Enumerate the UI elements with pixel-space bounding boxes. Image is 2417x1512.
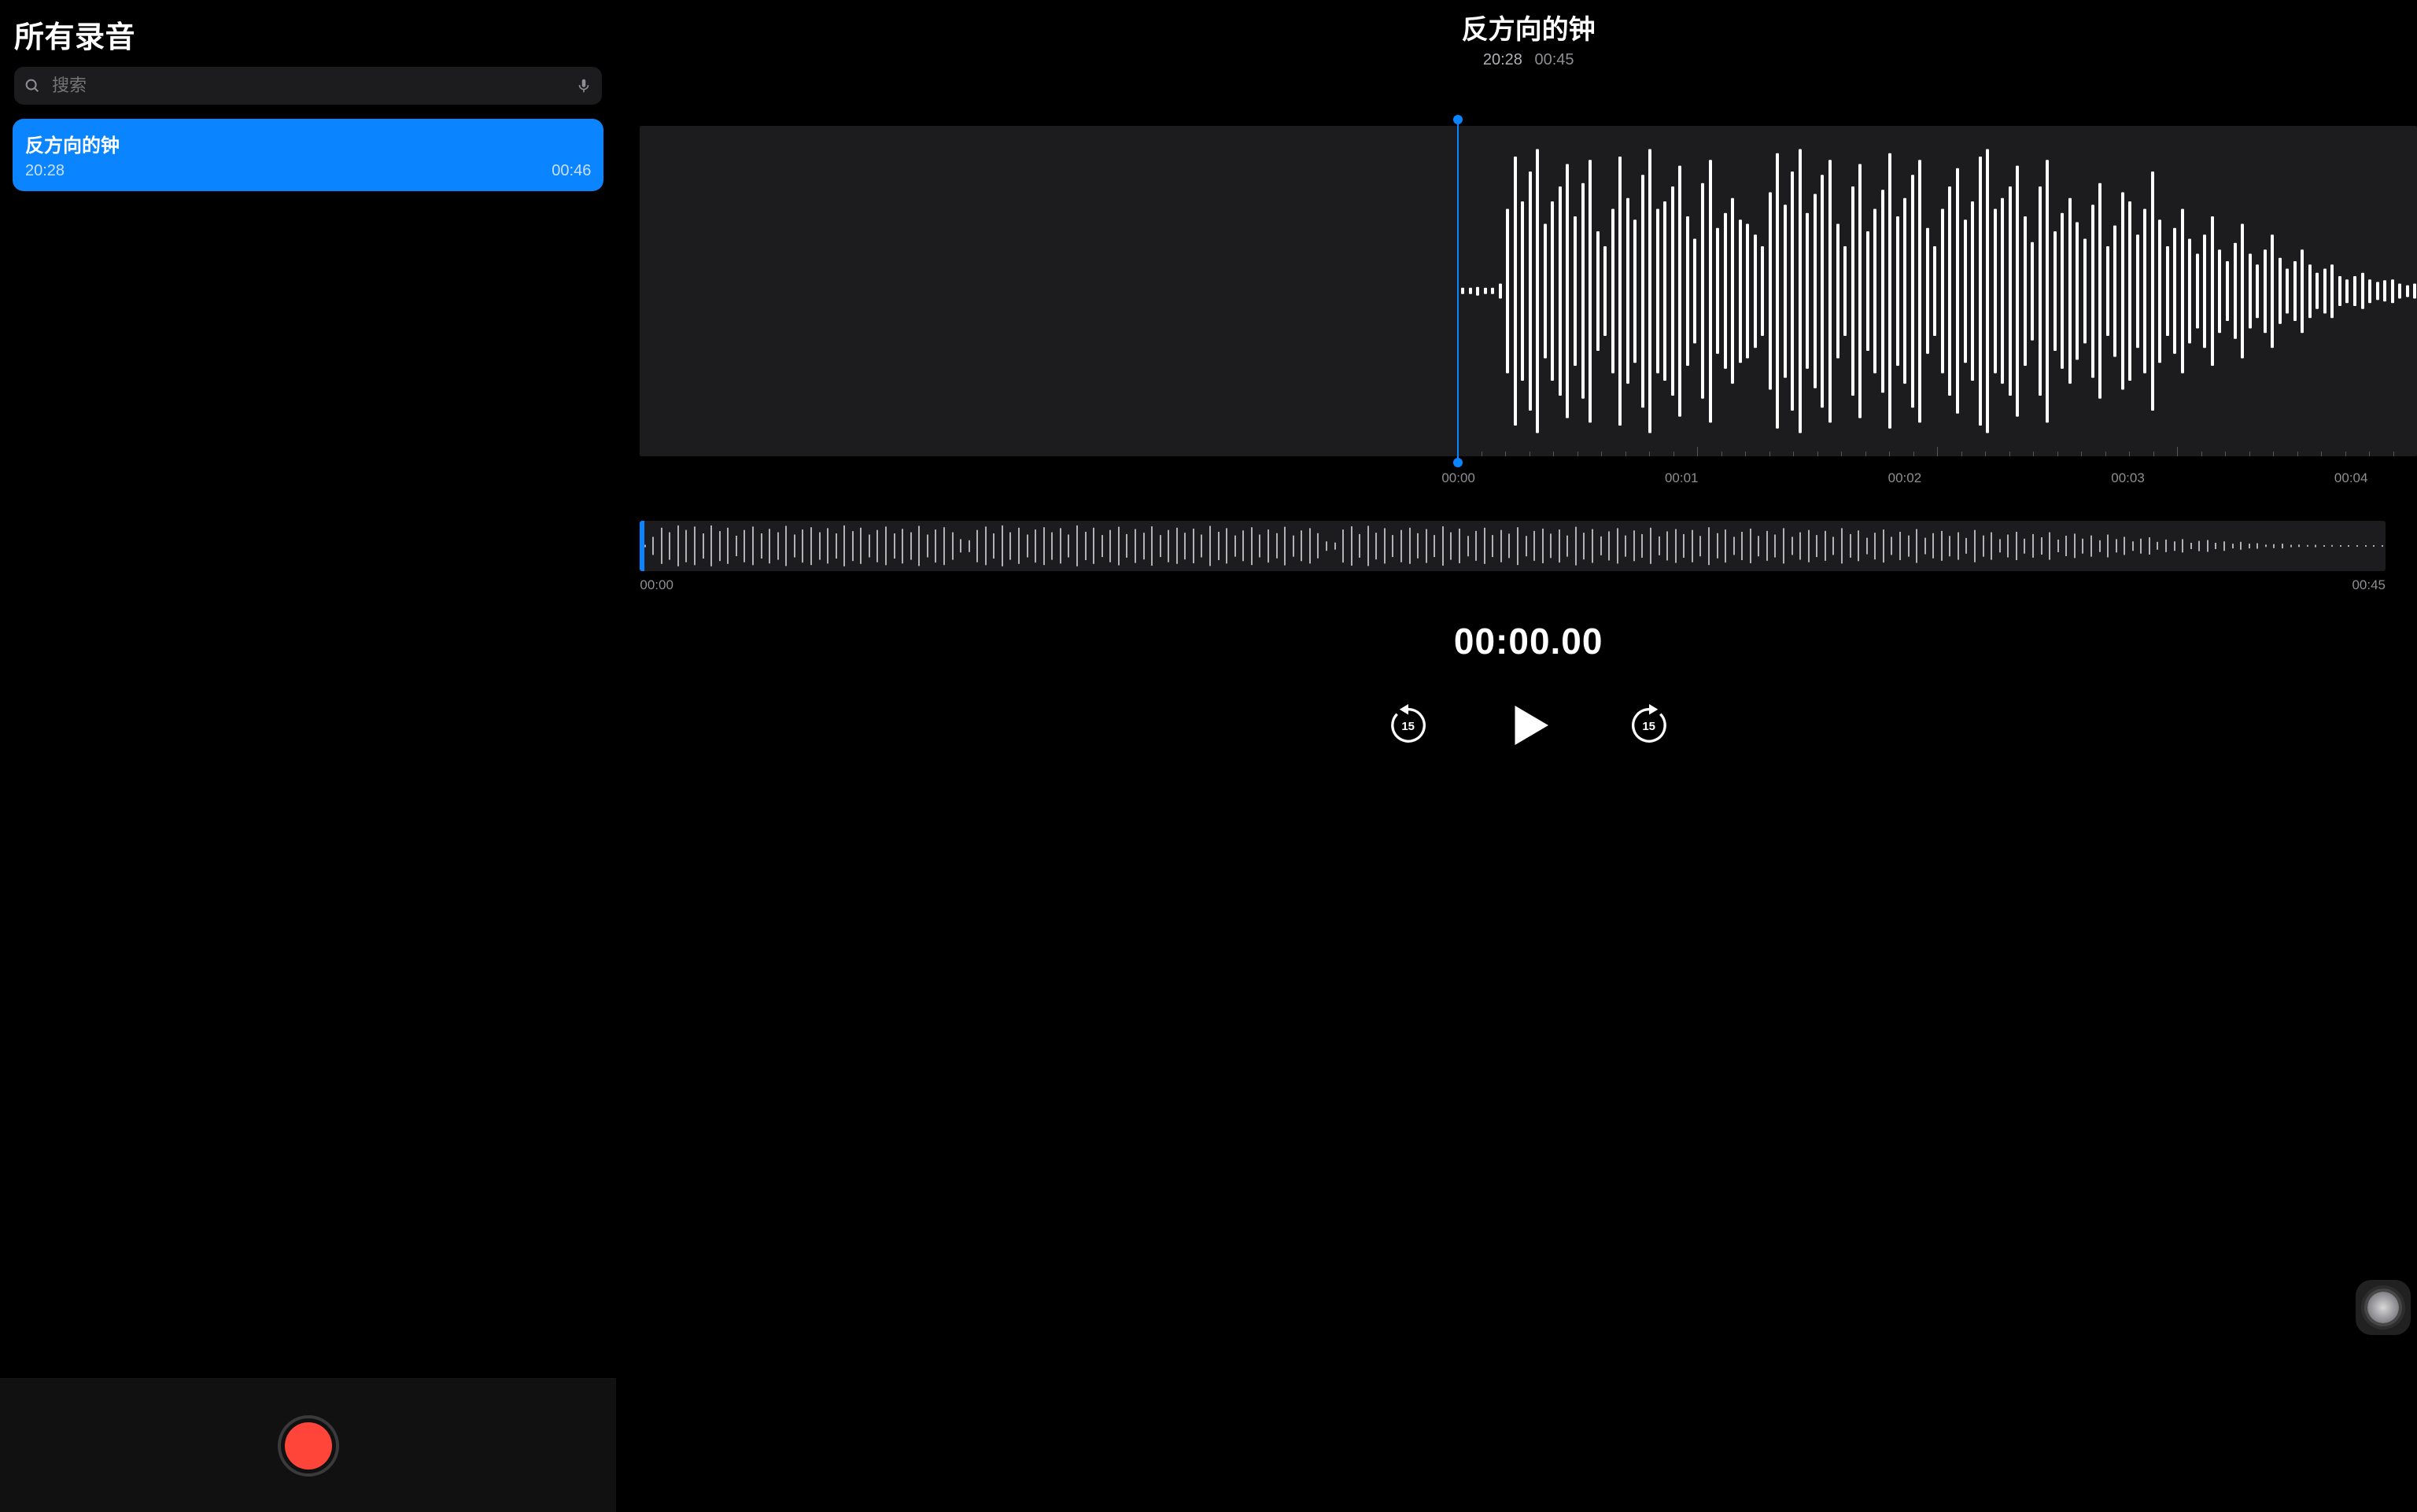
recording-item-duration: 00:46 — [552, 162, 591, 180]
waveform-zoom[interactable]: 00:0000:0100:0200:0300:04 — [640, 126, 2417, 456]
sidebar-footer — [0, 1378, 616, 1512]
time-ruler: 00:00 00:01 00:02 00:03 00:04 — [640, 470, 2417, 486]
ruler-tick: 00:00 — [1441, 470, 1475, 486]
sidebar-title: 所有录音 — [9, 0, 607, 67]
recordings-list[interactable]: 反方向的钟 20:28 00:46 — [9, 119, 607, 1378]
waveform-canvas — [640, 126, 2417, 456]
detail-panel: 反方向的钟 20:28 00:45 00:00 00:01 00:02 00:03 00… — [616, 0, 2417, 1512]
overview-end: 00:45 — [2352, 577, 2386, 593]
sidebar: 所有录音 反方向的钟 20:28 00:46 — [0, 0, 616, 1512]
assistive-touch-icon — [2367, 1292, 2399, 1323]
skip-forward-15-button[interactable]: 15 — [1628, 704, 1670, 747]
recording-item-title: 反方向的钟 — [25, 130, 591, 157]
search-icon — [24, 77, 41, 94]
mic-icon[interactable] — [575, 77, 592, 94]
skip-back-15-button[interactable]: 15 — [1387, 704, 1430, 747]
overview-start: 00:00 — [640, 577, 673, 593]
waveform-overview[interactable]: 00:00 00:45 — [640, 521, 2386, 593]
transport-controls: 15 15 — [640, 702, 2417, 749]
overview-times: 00:00 00:45 — [640, 577, 2386, 593]
ruler-tick: 00:02 — [1888, 470, 1922, 486]
ruler-tick: 00:01 — [1665, 470, 1699, 486]
assistive-touch-button[interactable] — [2356, 1280, 2411, 1335]
play-button[interactable] — [1505, 702, 1552, 749]
recording-list-item[interactable]: 反方向的钟 20:28 00:46 — [13, 119, 603, 191]
recording-title: 反方向的钟 — [640, 8, 2417, 46]
ruler-tick: 00:03 — [2111, 470, 2145, 486]
recording-subtitle: 20:28 00:45 — [640, 51, 2417, 69]
recording-item-time: 20:28 — [25, 162, 65, 180]
ruler-tick: 00:04 — [2334, 470, 2368, 486]
recording-time: 20:28 — [1483, 51, 1522, 68]
skip-back-label: 15 — [1387, 704, 1430, 747]
playhead[interactable] — [1457, 120, 1459, 463]
search-field[interactable] — [14, 67, 602, 105]
skip-forward-label: 15 — [1628, 704, 1670, 747]
detail-header: 反方向的钟 20:28 00:45 — [640, 0, 2417, 69]
record-button[interactable] — [278, 1415, 339, 1477]
current-time: 00:00.00 — [640, 620, 2417, 662]
overview-track[interactable] — [640, 521, 2386, 571]
recording-duration: 00:45 — [1534, 51, 1574, 68]
search-input[interactable] — [14, 67, 602, 105]
record-button-inner — [285, 1422, 332, 1470]
